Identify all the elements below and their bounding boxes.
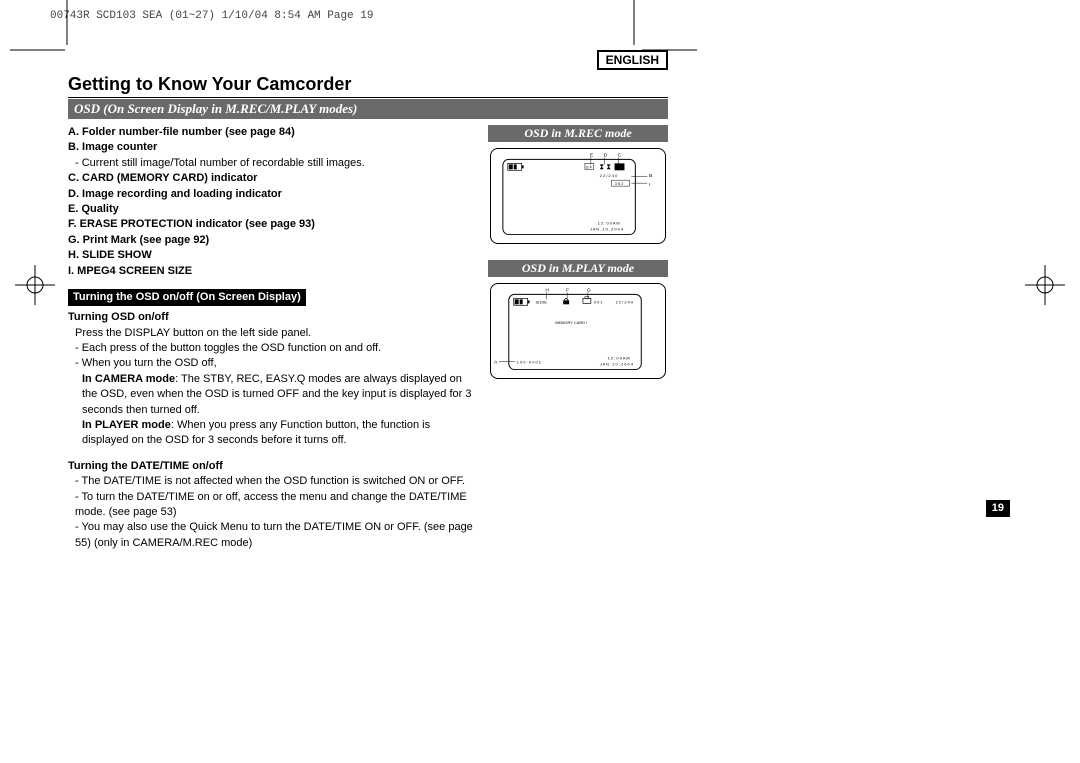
- section-heading: OSD (On Screen Display in M.REC/M.PLAY m…: [68, 99, 668, 119]
- figure1-box: E D C S F B 2 2 / 2 4 0: [490, 148, 666, 244]
- language-box: ENGLISH: [597, 50, 668, 70]
- svg-text:3 5 2: 3 5 2: [615, 181, 624, 186]
- turning-osd-line-2: - Each press of the button toggles the O…: [68, 341, 474, 356]
- figure2-box: H F G SLIDE: [490, 283, 666, 379]
- svg-text:2 2 / 2 4 0: 2 2 / 2 4 0: [616, 299, 634, 304]
- svg-text:E: E: [590, 152, 594, 158]
- turning-osd-line-1: Press the DISPLAY button on the left sid…: [68, 326, 474, 341]
- list-item-G: G. Print Mark (see page 92): [68, 233, 474, 248]
- svg-text:2 2 / 2 4 0: 2 2 / 2 4 0: [600, 173, 618, 178]
- list-item-I: I. MPEG4 SCREEN SIZE: [68, 264, 474, 279]
- svg-text:J A N . 1 0 , 2 0 0 4: J A N . 1 0 , 2 0 0 4: [600, 362, 634, 367]
- svg-text:F: F: [566, 287, 569, 293]
- figure2-title: OSD in M.PLAY mode: [488, 260, 668, 277]
- svg-text:1 2 : 0 0 A M: 1 2 : 0 0 A M: [598, 221, 620, 226]
- turning-datetime-line-3: - You may also use the Quick Menu to tur…: [68, 520, 474, 551]
- list-item-E: E. Quality: [68, 202, 474, 217]
- crop-mark-top-right-v: [624, 0, 636, 50]
- page-title: Getting to Know Your Camcorder: [68, 74, 668, 98]
- subsection-heading: Turning the OSD on/off (On Screen Displa…: [68, 289, 306, 306]
- svg-text:D: D: [604, 152, 608, 158]
- svg-text:J A N . 1 0 , 2 0 0 4: J A N . 1 0 , 2 0 0 4: [590, 227, 624, 232]
- pdf-header: 00743R SCD103 SEA (01~27) 1/10/04 8:54 A…: [50, 10, 373, 22]
- svg-text:MEMORY CARD !: MEMORY CARD !: [555, 320, 587, 325]
- svg-text:I: I: [649, 182, 650, 188]
- registration-mark-right: [1025, 265, 1065, 305]
- left-column: A. Folder number-file number (see page 8…: [68, 125, 474, 551]
- turning-osd-camera-mode: In CAMERA mode: The STBY, REC, EASY.Q mo…: [68, 372, 474, 418]
- list-item-B-sub: - Current still image/Total number of re…: [68, 156, 474, 171]
- page-content: ENGLISH Getting to Know Your Camcorder O…: [68, 50, 668, 551]
- list-item-F: F. ERASE PROTECTION indicator (see page …: [68, 217, 474, 232]
- list-item-C: C. CARD (MEMORY CARD) indicator: [68, 171, 474, 186]
- svg-text:0 0 1: 0 0 1: [594, 299, 603, 304]
- right-column: OSD in M.REC mode E D C S F: [488, 125, 668, 551]
- page-number: 19: [986, 500, 1010, 517]
- svg-text:C: C: [618, 152, 622, 158]
- svg-text:A: A: [494, 360, 498, 366]
- list-item-A: A. Folder number-file number (see page 8…: [68, 125, 474, 140]
- turning-osd-line-3: - When you turn the OSD off,: [68, 356, 474, 371]
- svg-text:H: H: [545, 287, 549, 293]
- svg-text:S F: S F: [586, 164, 593, 169]
- list-item-D: D. Image recording and loading indicator: [68, 187, 474, 202]
- list-item-B: B. Image counter: [68, 140, 474, 155]
- registration-mark-left: [15, 265, 55, 305]
- svg-text:1 2 : 0 0 A M: 1 2 : 0 0 A M: [608, 356, 630, 361]
- svg-text:G: G: [587, 287, 591, 293]
- turning-datetime-line-1: - The DATE/TIME is not affected when the…: [68, 474, 474, 489]
- svg-text:SLIDE: SLIDE: [535, 299, 547, 304]
- svg-text:1 0 0 - 0 0 0 1: 1 0 0 - 0 0 0 1: [517, 360, 541, 365]
- crop-mark-top-left-v: [66, 0, 78, 50]
- list-item-H: H. SLIDE SHOW: [68, 248, 474, 263]
- turning-osd-player-mode: In PLAYER mode: When you press any Funct…: [68, 418, 474, 449]
- svg-text:B: B: [649, 173, 653, 179]
- turning-datetime-line-2: - To turn the DATE/TIME on or off, acces…: [68, 490, 474, 521]
- figure1-title: OSD in M.REC mode: [488, 125, 668, 142]
- turning-datetime-heading: Turning the DATE/TIME on/off: [68, 459, 474, 474]
- crop-mark-top-left: [10, 49, 70, 64]
- turning-osd-heading: Turning OSD on/off: [68, 310, 474, 325]
